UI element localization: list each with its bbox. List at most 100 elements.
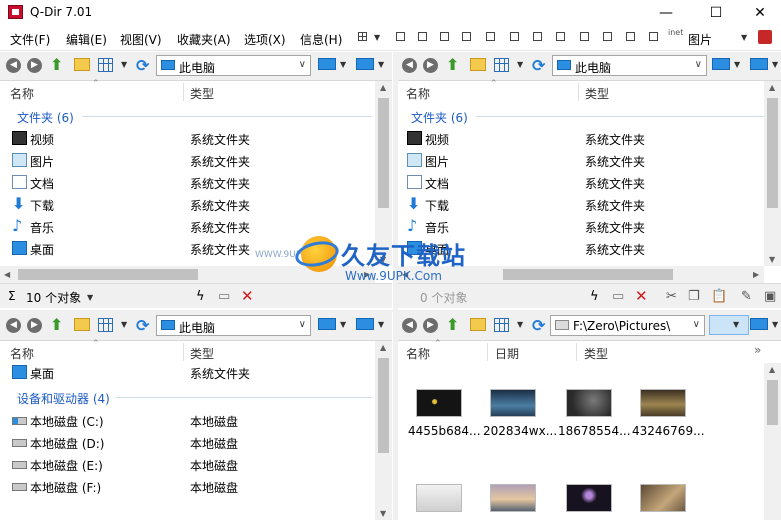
scrollbar-thumb[interactable] bbox=[378, 98, 389, 208]
chevron-down-icon[interactable]: ▼ bbox=[374, 33, 380, 42]
list-item[interactable]: 本地磁盘 (C:) 本地磁盘 bbox=[0, 410, 375, 432]
layout-2-icon[interactable] bbox=[396, 32, 405, 41]
column-type[interactable]: 类型 bbox=[190, 345, 214, 362]
layout-13-icon[interactable] bbox=[649, 32, 658, 41]
refresh-icon[interactable]: ⟳ bbox=[136, 316, 149, 335]
back-icon[interactable]: ◀ bbox=[6, 318, 21, 333]
more-columns-icon[interactable]: » bbox=[754, 343, 761, 357]
image-thumbnail[interactable] bbox=[490, 389, 536, 417]
lightning-icon[interactable]: ϟ bbox=[196, 289, 205, 304]
copy-icon[interactable]: ❐ bbox=[688, 289, 700, 304]
image-thumbnail[interactable] bbox=[640, 389, 686, 417]
monitor-icon[interactable] bbox=[750, 58, 768, 70]
column-type[interactable]: 类型 bbox=[585, 85, 609, 102]
image-thumbnail[interactable] bbox=[416, 389, 462, 417]
up-folder-icon[interactable]: ⬆ bbox=[446, 56, 460, 74]
column-name[interactable]: 名称 bbox=[406, 85, 430, 102]
forward-icon[interactable]: ▶ bbox=[27, 318, 42, 333]
scrollbar-thumb[interactable] bbox=[767, 98, 778, 208]
list-item[interactable]: 文档 系统文件夹 bbox=[0, 172, 375, 194]
group-header[interactable]: 文件夹 (6) bbox=[17, 109, 74, 126]
column-type[interactable]: 类型 bbox=[584, 345, 608, 362]
folder-icon[interactable] bbox=[74, 318, 90, 331]
up-folder-icon[interactable]: ⬆ bbox=[50, 316, 64, 334]
address-bar[interactable]: F:\Zero\Pictures\ ∨ bbox=[550, 315, 705, 336]
list-item[interactable]: 文档 系统文件夹 bbox=[398, 172, 765, 194]
vertical-scrollbar[interactable]: ▲ ▼ bbox=[764, 81, 781, 266]
help-icon[interactable] bbox=[758, 30, 772, 44]
refresh-icon[interactable]: ⟳ bbox=[532, 316, 545, 335]
back-icon[interactable]: ◀ bbox=[402, 318, 417, 333]
list-item[interactable]: 视频 系统文件夹 bbox=[398, 128, 765, 150]
address-bar[interactable]: 此电脑 ∨ bbox=[552, 55, 707, 76]
list-item[interactable]: 图片 系统文件夹 bbox=[398, 150, 765, 172]
pictures-shortcut[interactable]: 图片 bbox=[688, 31, 712, 48]
chevron-down-icon[interactable]: ∨ bbox=[695, 59, 702, 70]
back-icon[interactable]: ◀ bbox=[402, 58, 417, 73]
folder-icon[interactable] bbox=[470, 318, 486, 331]
lightning-icon[interactable]: ϟ bbox=[590, 289, 599, 304]
layout-9-icon[interactable] bbox=[556, 32, 565, 41]
image-thumbnail[interactable] bbox=[640, 484, 686, 512]
image-thumbnail[interactable] bbox=[566, 484, 612, 512]
column-name[interactable]: 名称 bbox=[406, 345, 430, 362]
monitor-icon[interactable] bbox=[750, 318, 768, 330]
chevron-down-icon[interactable]: ∨ bbox=[299, 319, 306, 330]
monitor-icon[interactable] bbox=[356, 58, 374, 70]
vertical-scrollbar[interactable]: ▲ ▼ bbox=[375, 341, 392, 520]
monitor-icon[interactable] bbox=[709, 315, 749, 335]
chevron-down-icon[interactable]: ▼ bbox=[340, 60, 346, 69]
column-separator[interactable] bbox=[183, 83, 184, 101]
monitor-icon[interactable] bbox=[318, 318, 336, 330]
column-name[interactable]: 名称 bbox=[10, 85, 34, 102]
chevron-down-icon[interactable]: ▼ bbox=[340, 320, 346, 329]
scroll-down-icon[interactable]: ▼ bbox=[769, 255, 775, 264]
chevron-down-icon[interactable]: ∨ bbox=[693, 319, 700, 330]
view-mode-icon[interactable] bbox=[98, 318, 113, 332]
layout-3-icon[interactable] bbox=[418, 32, 427, 41]
menu-file[interactable]: 文件(F) bbox=[10, 31, 50, 48]
view-mode-icon[interactable] bbox=[98, 58, 113, 72]
chevron-down-icon[interactable]: ▼ bbox=[772, 60, 778, 69]
layout-7-icon[interactable] bbox=[510, 32, 519, 41]
refresh-icon[interactable]: ⟳ bbox=[532, 56, 545, 75]
scroll-down-icon[interactable]: ▼ bbox=[380, 509, 386, 518]
menu-favorites[interactable]: 收藏夹(A) bbox=[177, 31, 231, 48]
chevron-down-icon[interactable]: ▼ bbox=[517, 320, 523, 329]
column-separator[interactable] bbox=[576, 343, 577, 361]
properties-icon[interactable]: ▣ bbox=[764, 289, 776, 304]
image-thumbnail[interactable] bbox=[566, 389, 612, 417]
chevron-down-icon[interactable]: ▼ bbox=[121, 60, 127, 69]
layout-grid-icon[interactable] bbox=[358, 32, 367, 41]
image-thumbnail[interactable] bbox=[416, 484, 462, 512]
back-icon[interactable]: ◀ bbox=[6, 58, 21, 73]
list-item[interactable]: ⬇ 下载 系统文件夹 bbox=[0, 194, 375, 216]
chevron-down-icon[interactable]: ▼ bbox=[87, 293, 93, 302]
column-date[interactable]: 日期 bbox=[495, 345, 519, 362]
list-item[interactable]: 视频 系统文件夹 bbox=[0, 128, 375, 150]
menu-options[interactable]: 选项(X) bbox=[244, 31, 286, 48]
edit-icon[interactable]: ✎ bbox=[741, 289, 752, 304]
list-item[interactable]: 图片 系统文件夹 bbox=[0, 150, 375, 172]
list-item[interactable]: 本地磁盘 (F:) 本地磁盘 bbox=[0, 476, 375, 498]
delete-icon[interactable]: ✕ bbox=[635, 287, 648, 305]
scroll-up-icon[interactable]: ▲ bbox=[380, 83, 386, 92]
delete-icon[interactable]: ✕ bbox=[241, 287, 254, 305]
minimize-button[interactable]: — bbox=[643, 0, 689, 26]
forward-icon[interactable]: ▶ bbox=[27, 58, 42, 73]
layout-8-icon[interactable] bbox=[533, 32, 542, 41]
up-folder-icon[interactable]: ⬆ bbox=[50, 56, 64, 74]
list-item[interactable]: 桌面 系统文件夹 bbox=[0, 362, 375, 384]
layout-4-icon[interactable] bbox=[440, 32, 449, 41]
chevron-down-icon[interactable]: ▼ bbox=[772, 320, 778, 329]
view-mode-icon[interactable] bbox=[494, 318, 509, 332]
monitor-icon[interactable] bbox=[356, 318, 374, 330]
monitor-icon[interactable] bbox=[712, 58, 730, 70]
cut-icon[interactable]: ✂ bbox=[666, 289, 677, 304]
maximize-button[interactable]: ☐ bbox=[693, 0, 739, 26]
close-button[interactable]: ✕ bbox=[737, 0, 781, 26]
scroll-right-icon[interactable]: ▶ bbox=[753, 270, 759, 279]
menu-view[interactable]: 视图(V) bbox=[120, 31, 162, 48]
paste-icon[interactable]: 📋 bbox=[711, 289, 727, 304]
chevron-down-icon[interactable]: ▼ bbox=[733, 320, 739, 329]
